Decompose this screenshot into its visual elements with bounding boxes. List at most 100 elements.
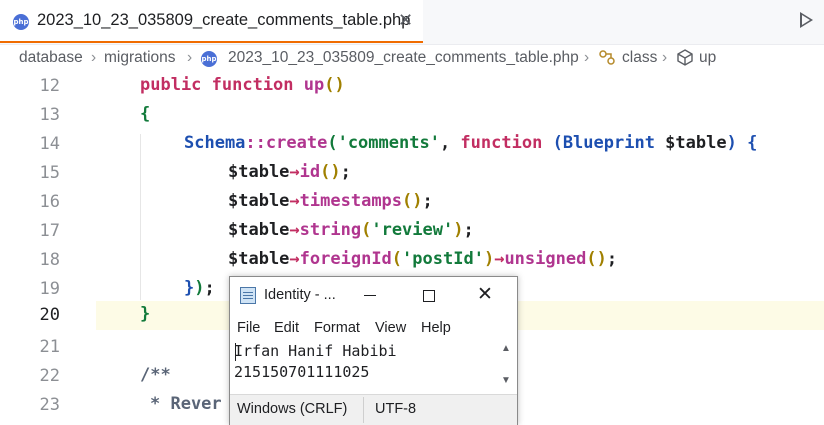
code-function: timestamps: [299, 191, 403, 211]
notepad-window[interactable]: Identity - ... ✕ File Edit Format View H…: [229, 276, 518, 425]
code-paren: ): [453, 220, 464, 240]
code-function: unsigned: [504, 249, 587, 269]
code-function: foreignId: [299, 249, 392, 269]
scroll-down-icon[interactable]: ▼: [501, 375, 511, 386]
code-string: 'review': [371, 220, 454, 240]
code-line-16[interactable]: $table→timestamps();: [228, 191, 433, 211]
code-line-12[interactable]: public function up(): [140, 75, 345, 95]
code-line-23[interactable]: * Rever: [150, 394, 222, 414]
code-line-19[interactable]: });: [184, 278, 215, 298]
line-number: 13: [39, 105, 60, 125]
code-class: Schema: [184, 133, 246, 153]
code-semicolon: ;: [422, 191, 433, 211]
code-variable: $table: [228, 220, 290, 240]
code-function: string: [299, 220, 362, 240]
method-cube-icon: [676, 48, 694, 72]
status-divider: [363, 397, 364, 423]
code-arrow: →: [289, 249, 300, 269]
notepad-title: Identity - ...: [264, 287, 336, 303]
breadcrumb-item-migrations[interactable]: migrations: [104, 49, 176, 67]
run-icon[interactable]: [800, 12, 813, 28]
code-paren: ): [194, 278, 205, 298]
code-variable: $table: [654, 133, 727, 153]
code-arrow: →: [289, 162, 300, 182]
code-function: up: [303, 75, 325, 95]
chevron-right-icon: ›: [584, 49, 590, 66]
code-brace: {: [140, 104, 151, 124]
chevron-right-icon: ›: [91, 49, 97, 66]
php-file-icon: php: [13, 14, 29, 30]
line-number: 14: [39, 134, 60, 154]
code-line-17[interactable]: $table→string('review');: [228, 220, 474, 240]
text-caret: [235, 343, 236, 361]
menu-edit[interactable]: Edit: [274, 320, 299, 336]
close-icon[interactable]: ✕: [477, 283, 493, 306]
chevron-right-icon: ›: [662, 49, 668, 66]
vertical-scrollbar[interactable]: ▲ ▼: [496, 339, 517, 395]
code-line-18[interactable]: $table→foreignId('postId')→unsigned();: [228, 249, 617, 269]
breadcrumb-item-up[interactable]: up: [699, 49, 716, 67]
code-variable: $table: [228, 162, 290, 182]
code-paren: ): [483, 249, 495, 269]
code-comment: /**: [140, 365, 171, 385]
code-brace: {: [736, 133, 758, 153]
code-variable: $table: [228, 249, 290, 269]
line-number: 19: [39, 279, 60, 299]
code-paren: (: [552, 133, 563, 153]
notepad-text-area[interactable]: Irfan Hanif Habibi 215150701111025: [234, 341, 496, 391]
code-paren: ): [726, 133, 737, 153]
code-function: create: [265, 133, 328, 153]
code-paren: (): [320, 162, 341, 182]
code-function: id: [299, 162, 321, 182]
code-paren: (: [391, 249, 403, 269]
line-number: 22: [39, 366, 60, 386]
maximize-icon[interactable]: [423, 290, 435, 302]
notepad-icon: [240, 287, 256, 304]
scroll-up-icon[interactable]: ▲: [501, 343, 511, 354]
code-brace: }: [140, 304, 151, 324]
close-icon[interactable]: ✕: [398, 10, 413, 31]
code-line-22[interactable]: /**: [140, 365, 171, 385]
menu-format[interactable]: Format: [314, 320, 360, 336]
indent-guide: [140, 134, 141, 300]
line-number: 21: [39, 337, 60, 357]
code-arrow: →: [289, 220, 300, 240]
breadcrumb-item-file[interactable]: 2023_10_23_035809_create_comments_table.…: [228, 49, 579, 67]
code-semicolon: ;: [204, 278, 215, 298]
minimize-icon[interactable]: [364, 285, 378, 305]
code-line-14[interactable]: Schema::create('comments', function (Blu…: [184, 133, 757, 153]
class-icon: [598, 48, 617, 72]
editor-tab-bar: php 2023_10_23_035809_create_comments_ta…: [0, 0, 824, 45]
code-keyword: function: [460, 133, 543, 153]
tab-title: 2023_10_23_035809_create_comments_table.…: [37, 11, 411, 29]
line-number: 15: [39, 163, 60, 183]
code-paren: (: [361, 220, 372, 240]
notepad-menu-bar: File Edit Format View Help: [230, 317, 517, 339]
code-arrow: →: [289, 191, 300, 211]
code-operator: ::: [245, 133, 266, 153]
file-tab[interactable]: php 2023_10_23_035809_create_comments_ta…: [0, 0, 423, 43]
line-number-current: 20: [39, 305, 60, 325]
menu-file[interactable]: File: [237, 320, 260, 336]
breadcrumb: database › migrations › php 2023_10_23_0…: [0, 45, 824, 73]
notepad-title-bar[interactable]: Identity - ... ✕: [230, 277, 517, 315]
code-semicolon: ;: [340, 162, 351, 182]
menu-view[interactable]: View: [375, 320, 406, 336]
line-number: 23: [39, 395, 60, 415]
code-keyword: public function: [140, 75, 294, 95]
code-line-15[interactable]: $table→id();: [228, 162, 351, 182]
code-line-13[interactable]: {: [140, 104, 150, 124]
status-encoding: UTF-8: [375, 401, 417, 417]
code-line-20[interactable]: }: [140, 304, 150, 324]
breadcrumb-item-class[interactable]: class: [622, 49, 657, 67]
code-comma: ,: [439, 133, 461, 153]
line-number: 12: [39, 76, 60, 96]
menu-help[interactable]: Help: [421, 320, 451, 336]
code-arrow: →: [494, 249, 505, 269]
code-string: 'postId': [402, 249, 484, 269]
code-paren: (: [327, 133, 338, 153]
breadcrumb-item-database[interactable]: database: [19, 49, 83, 67]
php-file-icon: php: [201, 51, 217, 67]
code-class: Blueprint: [562, 133, 655, 153]
